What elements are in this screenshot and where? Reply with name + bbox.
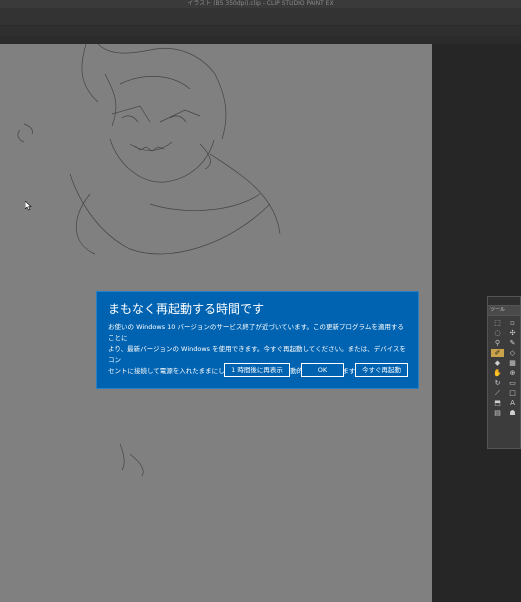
text-icon[interactable]: A xyxy=(506,399,519,407)
move-icon[interactable]: ✣ xyxy=(506,329,519,337)
tool-palette-header[interactable] xyxy=(488,297,520,306)
restart-notification-dialog: まもなく再起動する時間です お使いの Windows 10 バージョンのサービス… xyxy=(96,291,419,389)
pen-icon[interactable]: ✎ xyxy=(506,339,519,347)
eraser-icon[interactable]: ◇ xyxy=(506,349,519,357)
frame-icon[interactable]: ▭ xyxy=(506,379,519,387)
hand-icon[interactable]: ✋ xyxy=(491,369,504,377)
remind-later-button[interactable]: 1 時間後に再表示 xyxy=(224,363,290,377)
mouse-cursor xyxy=(25,201,32,211)
shape-icon[interactable]: □ xyxy=(506,389,519,397)
tool-palette-tab[interactable]: ツール xyxy=(488,306,520,316)
figure-icon[interactable]: ⬒ xyxy=(491,399,504,407)
dialog-title: まもなく再起動する時間です xyxy=(108,302,265,316)
gradient-icon[interactable]: ▦ xyxy=(506,359,519,367)
correct-icon[interactable]: ☗ xyxy=(506,409,519,417)
window-title-bar: イラスト (B5 350dpi).clip - CLIP STUDIO PAIN… xyxy=(0,0,521,8)
zoom-icon[interactable]: ⊕ xyxy=(506,369,519,377)
layer-icon[interactable]: ▤ xyxy=(491,409,504,417)
rotate-icon[interactable]: ↻ xyxy=(491,379,504,387)
select-icon[interactable]: ⬚ xyxy=(491,319,504,327)
restart-now-button[interactable]: 今すぐ再起動 xyxy=(355,363,408,377)
marquee-icon[interactable]: ▫ xyxy=(506,319,519,327)
ok-button[interactable]: OK xyxy=(301,363,344,377)
menu-bar[interactable] xyxy=(0,8,521,26)
secondary-bar xyxy=(0,36,521,44)
eyedropper-icon[interactable]: ⚲ xyxy=(491,339,504,347)
ruler-icon[interactable]: ⟋ xyxy=(491,389,504,397)
dialog-buttons: 1 時間後に再表示 OK 今すぐ再起動 xyxy=(224,363,408,377)
fill-icon[interactable]: ◆ xyxy=(491,359,504,367)
window-title: イラスト (B5 350dpi).clip - CLIP STUDIO PAIN… xyxy=(187,0,334,7)
brush-icon[interactable]: ✐ xyxy=(491,349,504,357)
dialog-message-line: お使いの Windows 10 バージョンのサービス終了が近づいています。この更… xyxy=(108,323,404,342)
command-bar[interactable] xyxy=(0,26,521,36)
lasso-icon[interactable]: ◌ xyxy=(491,329,504,337)
tool-palette[interactable]: ツール ⬚ ▫ ◌ ✣ ⚲ ✎ ✐ ◇ ◆ ▦ ✋ ⊕ ↻ ▭ ⟋ □ ⬒ A … xyxy=(487,296,521,449)
